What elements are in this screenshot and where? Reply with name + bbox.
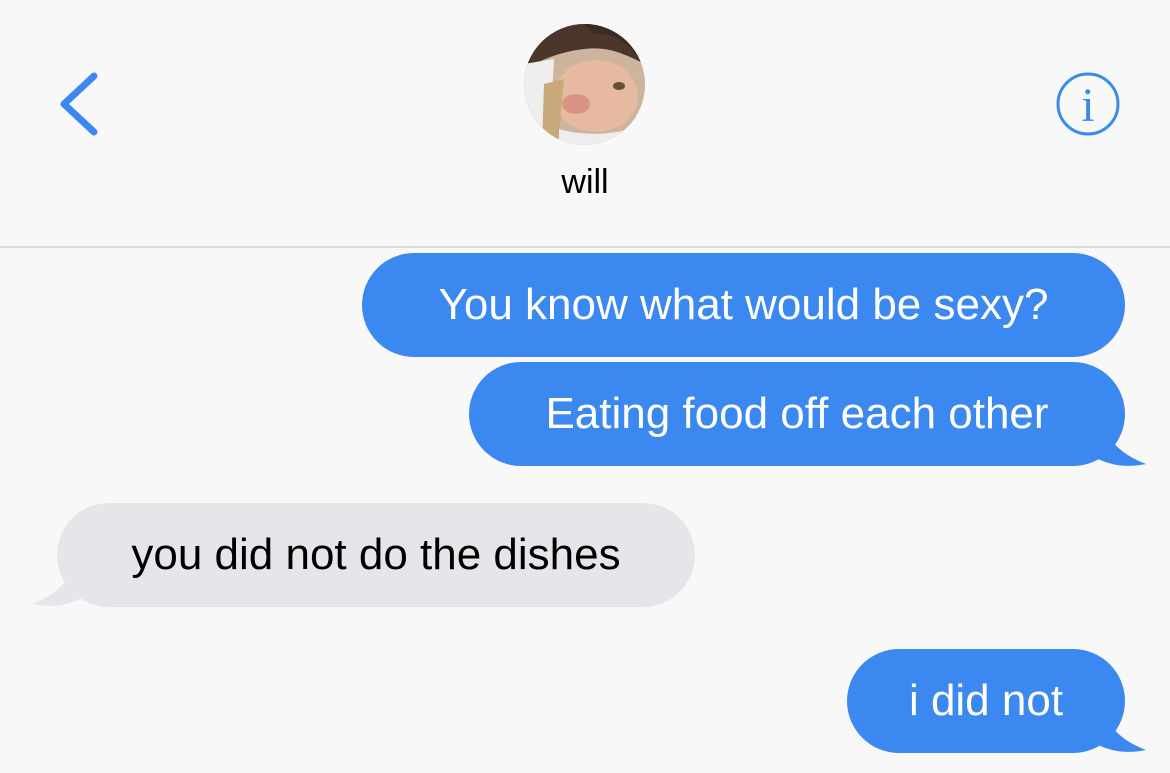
back-button[interactable]: [52, 68, 112, 140]
message-text: i did not: [908, 676, 1064, 725]
message-bubble-outgoing[interactable]: You know what would be sexy?: [362, 253, 1125, 357]
message-text: you did not do the dishes: [131, 530, 621, 579]
info-circle-icon: i: [1056, 72, 1120, 136]
contact-photo: [524, 24, 645, 145]
message-bubble-incoming[interactable]: you did not do the dishes: [57, 503, 695, 607]
contact-name[interactable]: will: [485, 160, 685, 204]
svg-text:i: i: [1081, 79, 1094, 132]
info-button[interactable]: i: [1054, 72, 1124, 138]
message-text: Eating food off each other: [545, 389, 1049, 438]
message-text: You know what would be sexy?: [438, 280, 1049, 329]
bubble-tail-outgoing: [1092, 706, 1146, 752]
bubble-tail-outgoing: [1092, 420, 1146, 466]
bubble-tail-incoming: [32, 560, 86, 606]
messages-screen: will i You know what would be sexy? Eati…: [0, 0, 1170, 773]
conversation-header: will i: [0, 0, 1170, 246]
chevron-left-icon: [60, 72, 98, 136]
avatar[interactable]: [524, 24, 645, 145]
message-bubble-outgoing[interactable]: Eating food off each other: [469, 362, 1125, 466]
header-divider: [0, 246, 1170, 248]
message-bubble-outgoing[interactable]: i did not: [847, 649, 1125, 753]
